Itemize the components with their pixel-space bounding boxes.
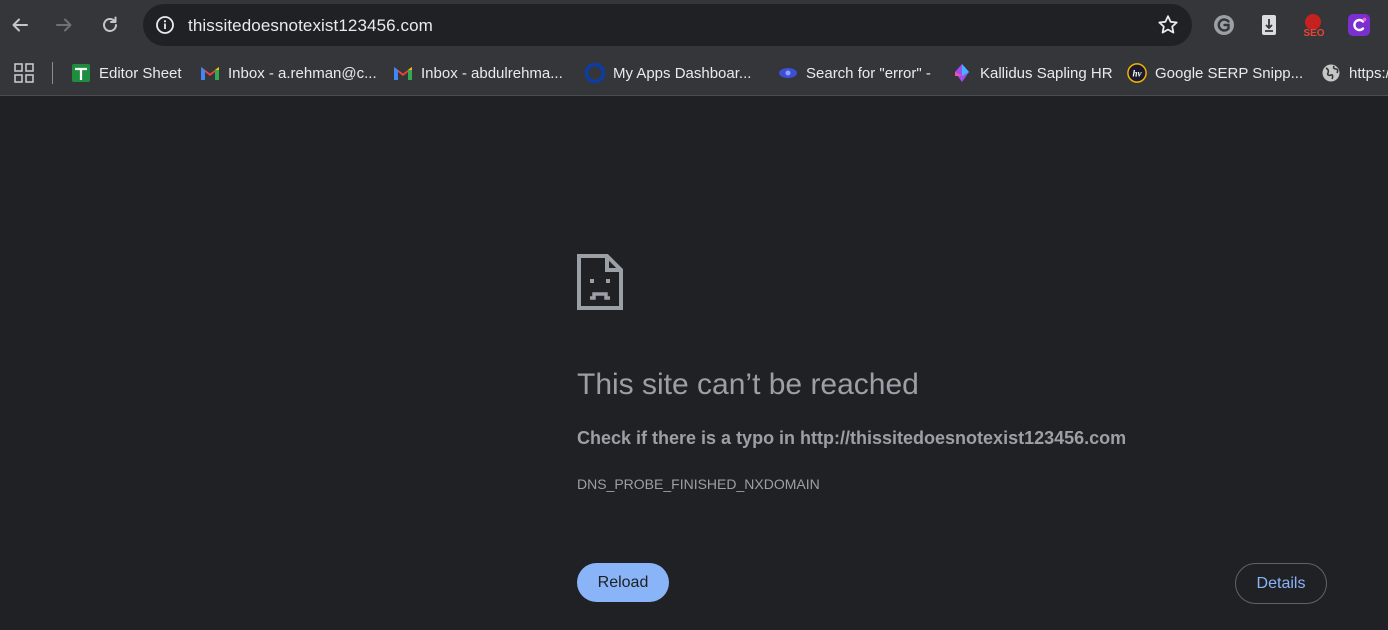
gmail-icon (200, 63, 220, 83)
reload-icon (103, 16, 117, 32)
globe-icon (1321, 63, 1341, 83)
c-extension-icon[interactable] (1346, 12, 1372, 38)
info-icon (156, 16, 174, 34)
url-text[interactable]: thissitedoesnotexist123456.com (188, 16, 433, 36)
bookmark-inbox-2[interactable]: Inbox - abdulrehma... (393, 60, 563, 86)
sad-page-icon (577, 254, 623, 310)
hv-icon-label: hv (1132, 69, 1142, 79)
grammarly-icon[interactable] (1211, 12, 1237, 38)
bookmark-label: My Apps Dashboar... (613, 64, 752, 82)
seo-icon[interactable]: SEO (1301, 12, 1327, 38)
bookmark-my-apps[interactable]: My Apps Dashboar... (585, 60, 751, 86)
bookmark-editor-sheet[interactable]: Editor Sheet (71, 60, 182, 86)
bookmarks-bar: Editor Sheet Inbox - a.rehman@c... Inbox… (0, 50, 1388, 96)
okta-icon (585, 63, 605, 83)
details-button[interactable]: Details (1235, 563, 1327, 604)
bookmark-label: Kallidus Sapling HR (980, 64, 1113, 82)
back-button[interactable] (3, 8, 37, 42)
address-bar[interactable]: thissitedoesnotexist123456.com (143, 4, 1192, 46)
bookmark-label: Editor Sheet (99, 64, 182, 82)
bookmark-google-serp[interactable]: hv Google SERP Snipp... (1127, 60, 1303, 86)
gmail-icon (393, 63, 413, 83)
hv-icon: hv (1127, 63, 1147, 83)
browser-toolbar: thissitedoesnotexist123456.com SEO (0, 0, 1388, 50)
kallidus-icon (952, 63, 972, 83)
site-info-button[interactable] (151, 11, 179, 39)
bookmark-label: Inbox - a.rehman@c... (228, 64, 377, 82)
reload-toolbar-button[interactable] (93, 8, 127, 42)
seo-icon-label: SEO (1303, 28, 1324, 38)
bookmark-label: Inbox - abdulrehma... (421, 64, 563, 82)
forward-button[interactable] (47, 8, 81, 42)
arrow-left-icon (12, 18, 28, 32)
star-icon[interactable] (1156, 13, 1180, 37)
bookmark-search-error[interactable]: Search for "error" - (778, 60, 931, 86)
bookmark-label: Search for "error" - (806, 64, 931, 82)
extension-icon[interactable] (1256, 12, 1282, 38)
error-suggestion: Check if there is a typo in http://thiss… (577, 428, 1127, 448)
reload-button[interactable]: Reload (577, 563, 669, 602)
arrow-right-icon (56, 18, 72, 32)
error-code: DNS_PROBE_FINISHED_NXDOMAIN (577, 476, 820, 492)
bookmark-kallidus[interactable]: Kallidus Sapling HR (952, 60, 1113, 86)
bookmarks-divider (52, 62, 53, 84)
google-sheets-icon (71, 63, 91, 83)
bookmark-inbox-1[interactable]: Inbox - a.rehman@c... (200, 60, 377, 86)
bookmark-label: Google SERP Snipp... (1155, 64, 1304, 82)
error-title: This site can’t be reached (577, 368, 919, 401)
eye-icon (778, 63, 798, 83)
bookmark-label: https:/ (1349, 64, 1388, 82)
bookmark-https[interactable]: https:/ (1321, 60, 1388, 86)
apps-grid-icon[interactable] (13, 62, 35, 84)
